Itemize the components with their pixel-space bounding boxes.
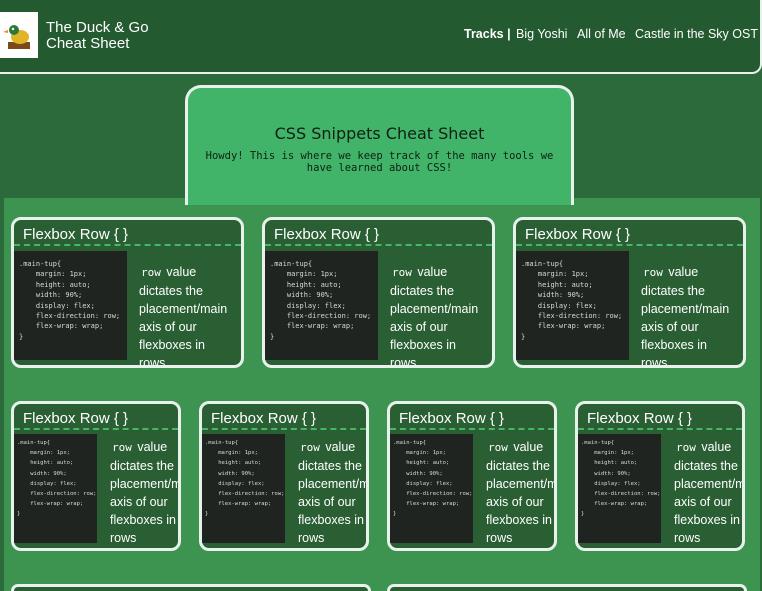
card-title: Flexbox Row { } [14, 404, 178, 430]
keyword: row [392, 266, 412, 279]
keyword: row [643, 266, 663, 279]
code-screenshot: .main-tup{ margin: 1px; height: auto; wi… [578, 434, 661, 543]
hero-card: CSS Snippets Cheat Sheet Howdy! This is … [185, 85, 574, 205]
code-screenshot: .main-tup{ margin: 1px; height: auto; wi… [265, 251, 378, 360]
card-description: row value dictates the placement/main ax… [486, 440, 557, 545]
site-logo[interactable] [0, 12, 38, 58]
snippet-card: Flexbox Row { } .main-tup{ margin: 1px; … [513, 217, 746, 368]
card-description: row value dictates the placement/main ax… [674, 440, 745, 545]
snippet-card: Flexbox Row { } .main-tup{ margin: 1px; … [387, 401, 557, 551]
keyword: row [300, 441, 320, 454]
code-screenshot: .main-tup{ margin: 1px; height: auto; wi… [202, 434, 285, 543]
keyword: row [488, 441, 508, 454]
snippet-card: Flexbox Row { } .main-tup{ margin: 1px; … [262, 217, 495, 368]
snippet-card: Flexbox Row { } .main-tup{ margin: 1px; … [11, 401, 181, 551]
nav-link-big-yoshi[interactable]: Big Yoshi [516, 27, 567, 41]
nav-tracks-label: Tracks | [464, 27, 511, 41]
keyword: row [141, 266, 161, 279]
card-description: row value dictates the placement/main ax… [641, 265, 730, 368]
snippet-card-partial [11, 584, 371, 591]
card-description: row value dictates the placement/main ax… [390, 265, 479, 368]
keyword: row [676, 441, 696, 454]
snippet-card: Flexbox Row { } .main-tup{ margin: 1px; … [575, 401, 745, 551]
nav-link-castle-in-the-sky[interactable]: Castle in the Sky OST [635, 27, 758, 41]
snippet-card: Flexbox Row { } .main-tup{ margin: 1px; … [199, 401, 369, 551]
code-screenshot: .main-tup{ margin: 1px; height: auto; wi… [14, 434, 97, 543]
card-title: Flexbox Row { } [202, 404, 366, 430]
keyword: row [112, 441, 132, 454]
nav-link-all-of-me[interactable]: All of Me [577, 27, 626, 41]
snippet-card-partial [387, 584, 747, 591]
card-title: Flexbox Row { } [390, 404, 554, 430]
code-screenshot: .main-tup{ margin: 1px; height: auto; wi… [14, 251, 127, 360]
card-description: row value dictates the placement/main ax… [298, 440, 369, 545]
card-title: Flexbox Row { } [516, 220, 743, 246]
code-screenshot: .main-tup{ margin: 1px; height: auto; wi… [390, 434, 473, 543]
card-title: Flexbox Row { } [14, 220, 241, 246]
page-subtitle: Howdy! This is where we keep track of th… [205, 150, 554, 174]
card-description: row value dictates the placement/main ax… [139, 265, 228, 368]
snippet-card: Flexbox Row { } .main-tup{ margin: 1px; … [11, 217, 244, 368]
card-description: row value dictates the placement/main ax… [110, 440, 181, 545]
duck-logo-icon [3, 25, 30, 49]
card-title: Flexbox Row { } [265, 220, 492, 246]
card-title: Flexbox Row { } [578, 404, 742, 430]
page-title: CSS Snippets Cheat Sheet [274, 124, 485, 143]
code-screenshot: .main-tup{ margin: 1px; height: auto; wi… [516, 251, 629, 360]
site-title[interactable]: The Duck & Go Cheat Sheet [46, 20, 156, 52]
top-navbar: The Duck & Go Cheat Sheet Tracks | Big Y… [0, 0, 762, 74]
